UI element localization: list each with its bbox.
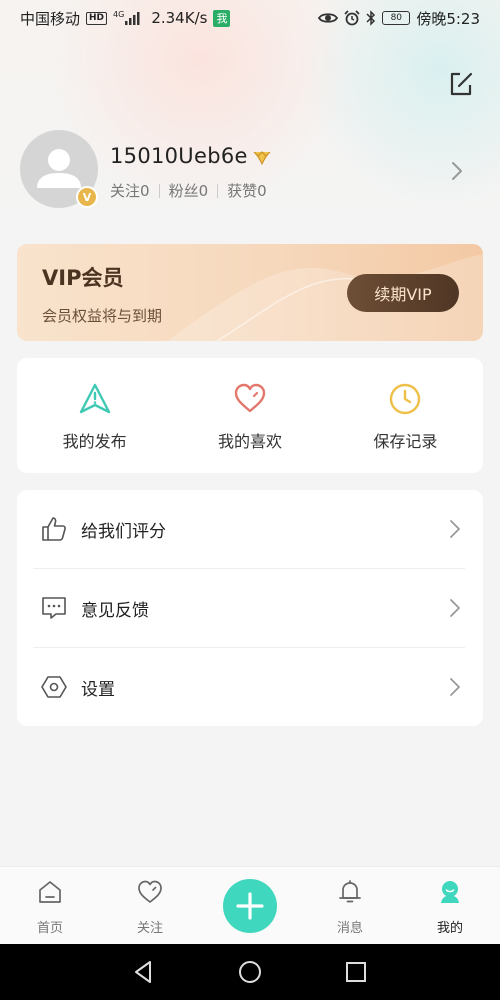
stat-followers[interactable]: 粉丝0 [169,180,209,201]
carrier-name: 中国移动 [20,9,81,28]
username: 15010Ueb6e [110,144,248,168]
stat-likes[interactable]: 获赞0 [227,180,267,201]
heart-icon [234,383,266,413]
quick-action-my-likes[interactable]: 我的喜欢 [172,358,327,473]
alarm-icon [344,10,360,26]
chevron-right-icon [450,599,460,617]
menu-item-label: 意见反馈 [81,601,149,621]
stat-divider [158,183,160,198]
thumbs-up-icon [42,517,66,541]
settings-icon [41,676,67,698]
chevron-right-icon [450,678,460,696]
signal-icon: 4G [113,11,141,25]
tab-messages[interactable]: 消息 [300,867,400,945]
quick-action-label: 我的发布 [62,432,127,451]
create-post-button[interactable] [223,879,277,933]
battery-indicator: 80 [382,11,411,25]
diamond-crown-icon [253,151,271,166]
clock-time: 傍晚5:23 [416,9,480,28]
status-bar-left: 中国移动 HD 4G 2.34K/s 我 [20,8,231,29]
stat-divider [217,183,219,198]
vip-subtitle: 会员权益将与到期 [42,307,163,325]
vip-title: VIP会员 [42,266,124,290]
back-icon[interactable] [130,958,158,986]
status-bar-right: 80 傍晚5:23 [318,8,480,29]
verified-badge: V [76,186,98,208]
menu-item-feedback[interactable]: 意见反馈 [17,569,483,648]
stat-label: 获赞 [227,182,258,200]
chevron-right-icon [452,162,462,180]
profile-stats: 关注0 粉丝0 获赞0 [110,180,267,201]
tab-me[interactable]: 我的 [400,867,500,945]
home-button-icon[interactable] [236,958,264,986]
profile-icon [441,881,459,903]
hd-badge: HD [86,11,108,25]
stat-value: 0 [140,182,150,200]
network-speed: 2.34K/s [151,9,208,27]
header-background [0,0,500,250]
tab-label: 消息 [336,921,363,936]
tab-following[interactable]: 关注 [100,867,200,945]
edit-profile-button[interactable] [446,69,476,99]
edit-icon [450,72,473,96]
tab-home[interactable]: 首页 [0,867,100,945]
menu-item-rate-us[interactable]: 给我们评分 [17,490,483,569]
system-navigation-bar [0,944,500,1000]
profile-header[interactable]: V 15010Ueb6e 关注0 粉丝0 获赞0 [20,130,480,210]
feedback-icon [42,597,66,619]
settings-menu-card: 给我们评分 意见反馈 设置 [17,490,483,726]
tab-label: 首页 [36,921,63,936]
eye-icon [318,13,339,23]
quick-action-label: 保存记录 [373,432,438,451]
stat-following[interactable]: 关注0 [110,180,150,201]
recent-apps-icon[interactable] [342,958,370,986]
chevron-right-icon [450,520,460,538]
app-notification-badge: 我 [213,9,231,27]
network-type: 4G [113,10,125,19]
tab-label: 关注 [136,921,163,936]
vip-card[interactable]: VIP会员 会员权益将与到期 续期VIP [17,244,483,341]
renew-vip-button[interactable]: 续期VIP [347,274,459,312]
menu-item-label: 给我们评分 [81,522,166,542]
menu-item-settings[interactable]: 设置 [17,648,483,727]
clock-icon [390,383,421,415]
heart-icon [138,880,162,903]
quick-action-saved-records[interactable]: 保存记录 [328,358,483,473]
tab-label: 我的 [436,921,463,936]
menu-item-label: 设置 [81,680,115,700]
stat-value: 0 [198,182,209,200]
stat-label: 关注 [110,182,141,200]
bluetooth-icon [366,10,376,26]
bottom-tab-bar: 首页 关注 消息 我的 [0,866,500,944]
quick-action-label: 我的喜欢 [217,432,282,451]
stat-label: 粉丝 [168,182,199,200]
status-bar: 中国移动 HD 4G 2.34K/s 我 80 傍晚5:23 [0,0,500,36]
plus-icon [236,892,264,920]
quick-actions-card: 我的发布 我的喜欢 保存记录 [17,358,483,473]
stat-value: 0 [257,182,267,200]
home-icon [39,881,61,903]
paper-plane-icon [79,383,110,414]
quick-action-my-posts[interactable]: 我的发布 [17,358,172,473]
bell-icon [339,880,361,903]
